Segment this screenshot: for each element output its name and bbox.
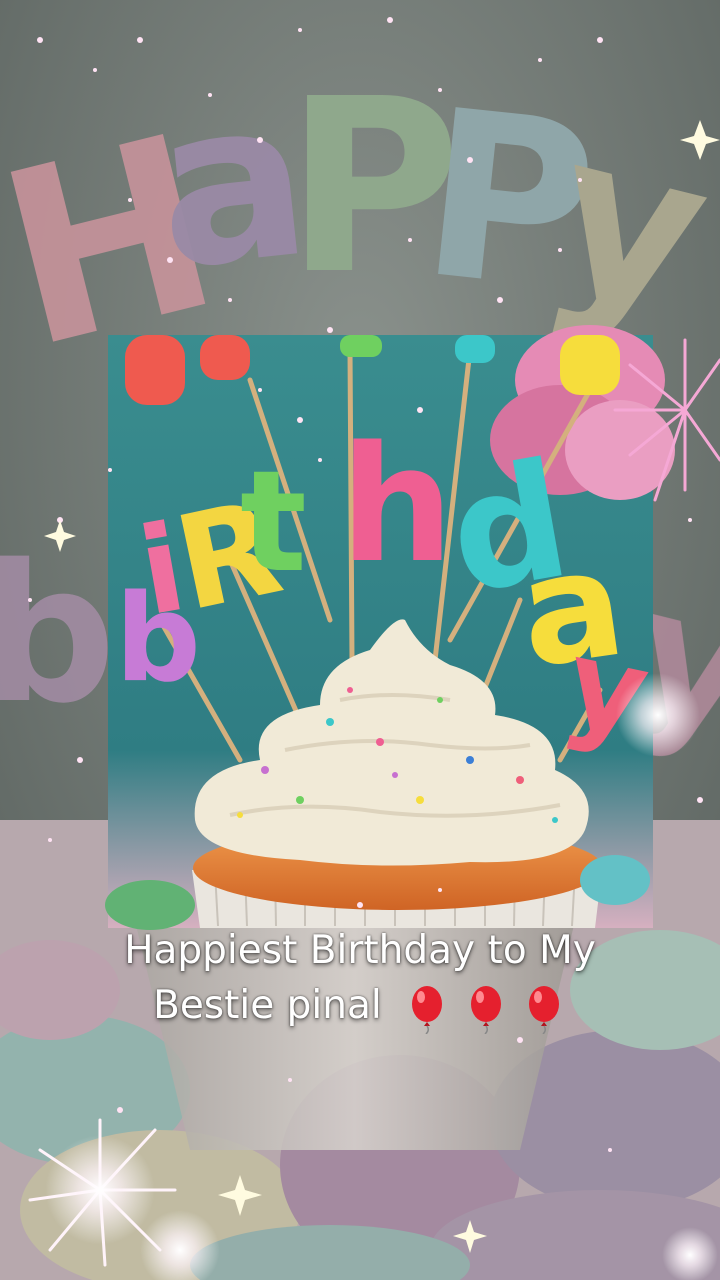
- balloon-icon: [470, 986, 501, 1034]
- balloon-emoji-row: [404, 980, 567, 1036]
- caption-line-1: Happiest Birthday to My: [124, 928, 596, 973]
- svg-text:h: h: [340, 411, 454, 598]
- birthday-cupcake-scene: H a P P y b y b i R t h d a y: [0, 0, 720, 1280]
- glow-bottom-left: [45, 1135, 155, 1245]
- balloon-icon: [528, 986, 559, 1034]
- glow-right: [616, 673, 700, 757]
- svg-text:t: t: [240, 441, 307, 604]
- caption-name-text: Bestie pinal: [153, 983, 382, 1028]
- framed-photo: b i R t h d a y: [105, 325, 675, 930]
- balloon-icon: [412, 986, 443, 1034]
- svg-text:b: b: [0, 524, 116, 745]
- caption-line-2: Bestie pinal: [0, 978, 720, 1036]
